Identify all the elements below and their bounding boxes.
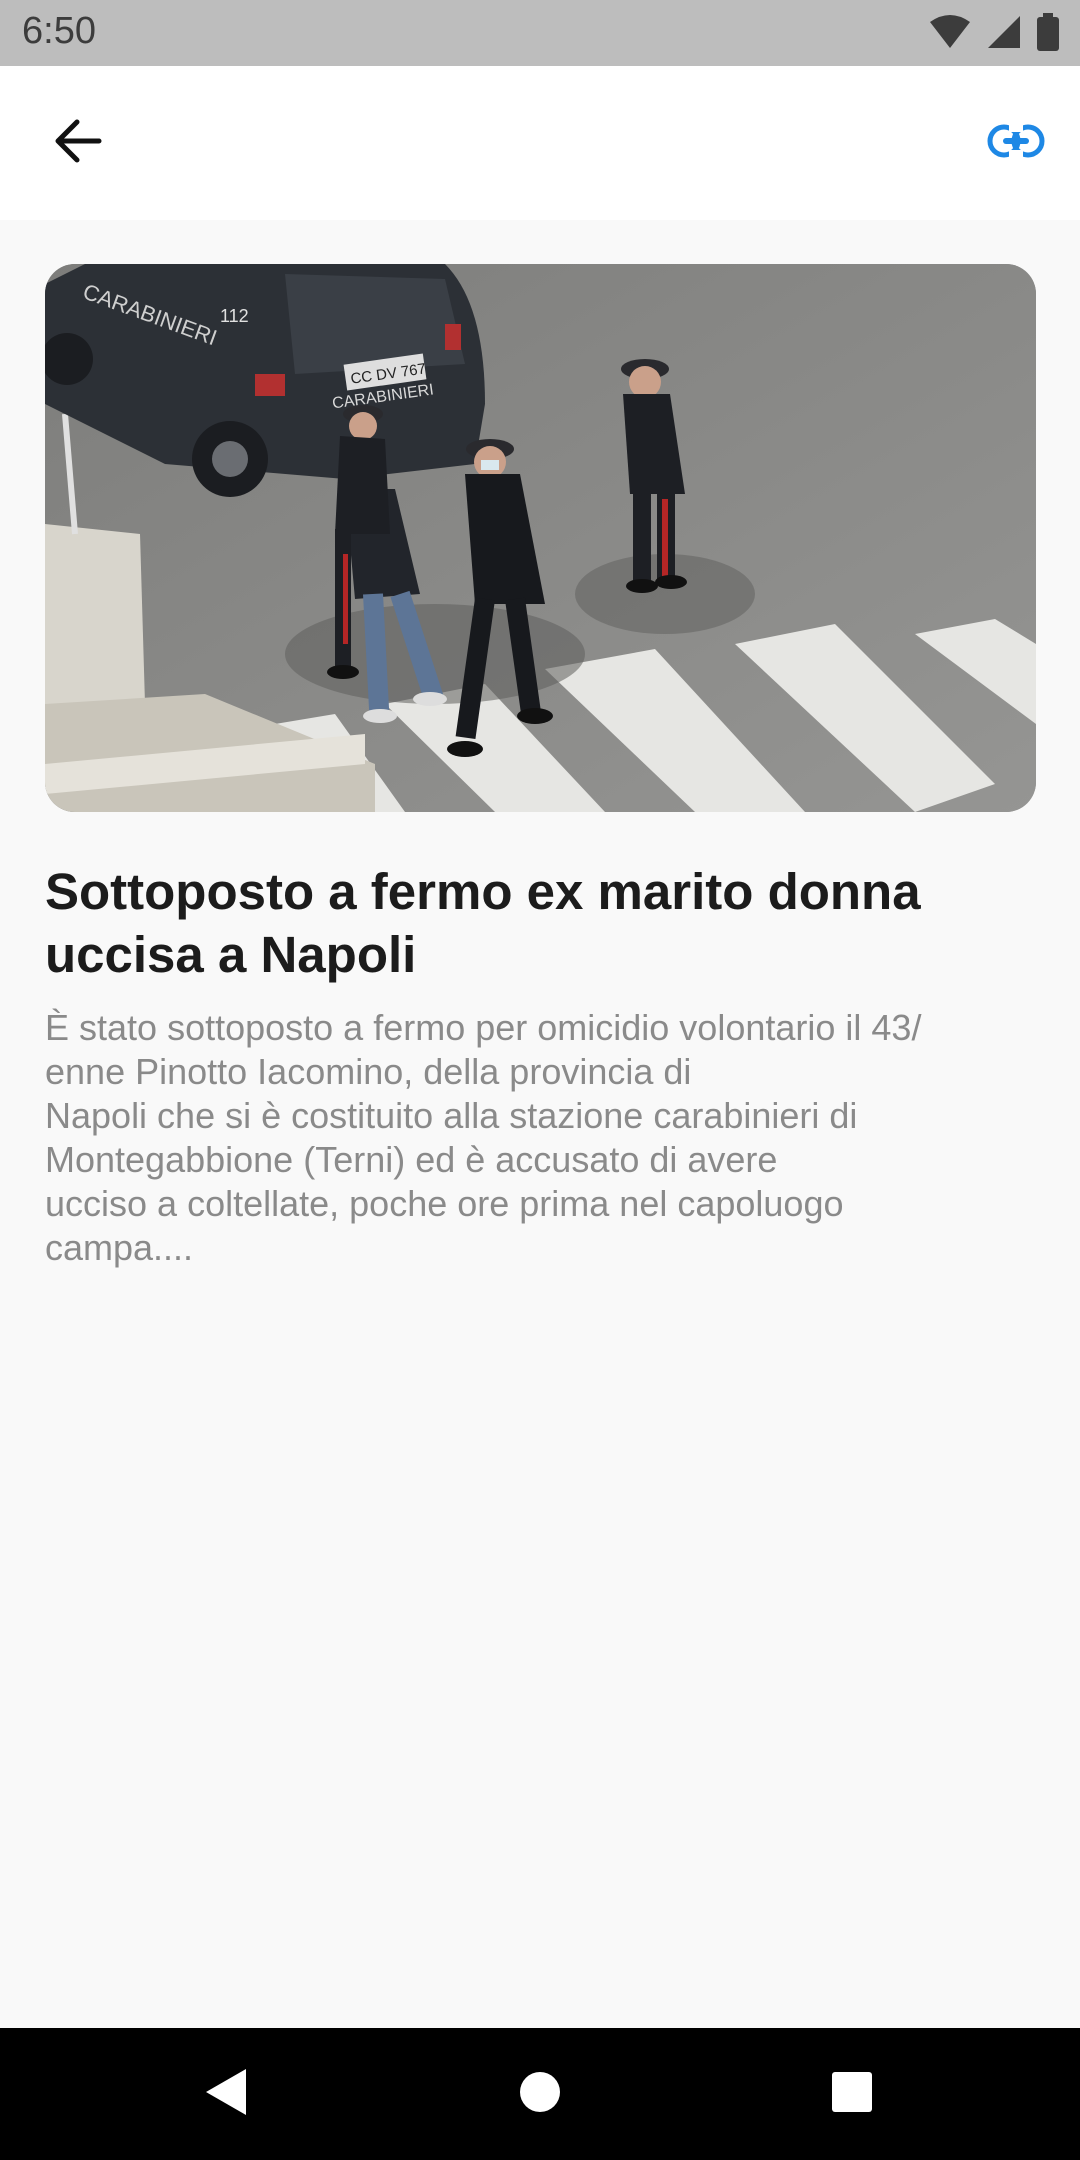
article-summary: È stato sottoposto a fermo per omicidio … xyxy=(45,1007,922,1268)
article-image: CC DV 767 CARABINIERI CARABINIERI 112 xyxy=(45,264,1036,812)
app-bar xyxy=(0,66,1080,220)
status-bar: 6:50 xyxy=(0,0,1080,66)
back-button[interactable] xyxy=(40,111,116,175)
nav-back-button[interactable] xyxy=(178,2054,274,2134)
arrest-photo: CC DV 767 CARABINIERI CARABINIERI 112 xyxy=(45,264,1036,812)
nav-home-button[interactable] xyxy=(492,2054,588,2134)
status-icons xyxy=(928,12,1060,56)
copy-link-button[interactable] xyxy=(976,111,1056,175)
square-recents-icon xyxy=(830,2070,874,2119)
link-icon xyxy=(987,123,1045,163)
battery-icon xyxy=(1036,12,1060,56)
arrow-left-icon xyxy=(53,118,103,169)
car-number-text: 112 xyxy=(220,306,249,326)
status-time: 6:50 xyxy=(22,10,96,52)
signal-icon xyxy=(986,14,1022,55)
nav-recents-button[interactable] xyxy=(804,2054,900,2134)
system-nav-bar xyxy=(0,2028,1080,2160)
circle-home-icon xyxy=(518,2070,562,2119)
wifi-icon xyxy=(928,14,972,55)
article-title: Sottoposto a fermo ex marito donna uccis… xyxy=(45,863,921,983)
triangle-back-icon xyxy=(204,2067,248,2122)
